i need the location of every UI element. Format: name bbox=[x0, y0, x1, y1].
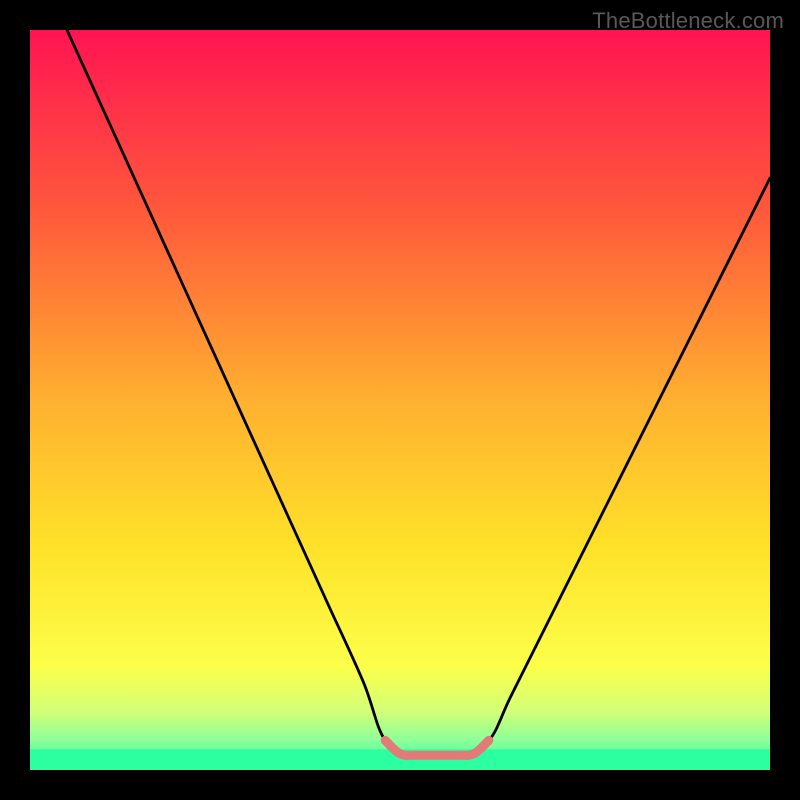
chart-plot-area bbox=[30, 30, 770, 770]
chart-svg bbox=[30, 30, 770, 770]
